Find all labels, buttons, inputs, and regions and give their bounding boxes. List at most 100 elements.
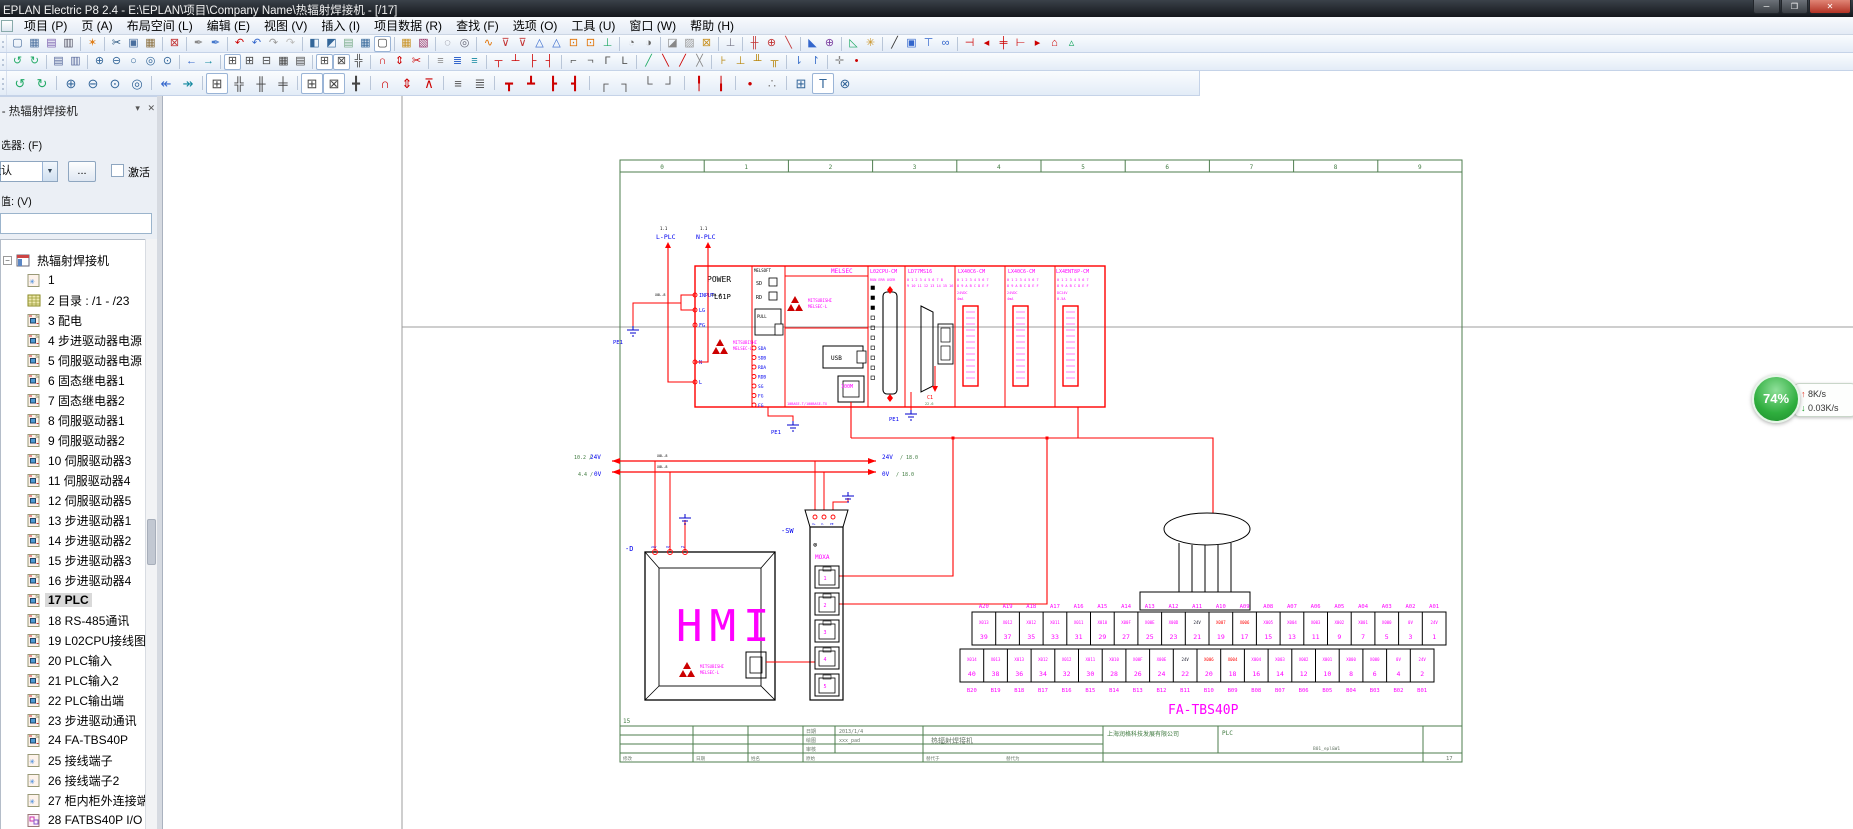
arc-tool-icon[interactable]: ∩ <box>374 54 391 70</box>
page-next-doc-icon[interactable]: ▥ <box>67 54 84 70</box>
cut-icon[interactable]: ✂ <box>108 36 125 52</box>
corner-b-icon[interactable]: ┐ <box>615 73 637 94</box>
zoom-in-2-icon[interactable]: ⊕ <box>60 73 82 94</box>
diag-wire-4-icon[interactable]: ╳ <box>691 54 708 70</box>
tree-item-page-28[interactable]: 28 FATBS40P I/O <box>1 810 146 829</box>
pin-4-icon[interactable]: ╥ <box>766 54 783 70</box>
tree-item-page-21[interactable]: 21 PLC输入2 <box>1 670 146 690</box>
tree-item-page-18[interactable]: 18 RS-485通讯 <box>1 610 146 630</box>
tree-item-page-9[interactable]: 9 伺服驱动器2 <box>1 430 146 450</box>
format-brush-icon[interactable]: ✒ <box>190 36 207 52</box>
layers-icon[interactable]: ≡ <box>447 73 469 94</box>
align-grid-icon[interactable]: ╋ <box>345 73 367 94</box>
network-switch[interactable]: -SW V+V-PE ⊗ MOXA 12345 <box>781 510 848 700</box>
arrow-right-icon[interactable]: ▸ <box>1029 36 1046 52</box>
grid-align-icon[interactable]: ╬ <box>350 54 367 70</box>
last-page-icon[interactable]: ↠ <box>177 73 199 94</box>
chevron-down-icon[interactable]: ▼ <box>42 162 57 181</box>
terminal-strip[interactable]: A20A19A18A17A16A15A14A13A12A11A10A09A08A… <box>960 604 1446 718</box>
format-brush-2-icon[interactable]: ✒ <box>207 36 224 52</box>
text-tool-icon[interactable]: ⊤ <box>920 36 937 52</box>
browse-button[interactable]: ... <box>68 161 96 182</box>
tree-item-page-19[interactable]: 19 L02CPU接线图 <box>1 630 146 650</box>
grid-view-icon[interactable]: ▦ <box>357 36 374 52</box>
tree-item-page-24[interactable]: 24 FA-TBS40P <box>1 730 146 750</box>
navigator-table-icon[interactable]: ▦ <box>398 36 415 52</box>
tree-item-page-27[interactable]: ✳27 柜内柜外连接端子 <box>1 790 146 810</box>
diag-wire-3-icon[interactable]: ╱ <box>674 54 691 70</box>
activate-checkbox[interactable] <box>111 164 124 177</box>
tee-down-icon[interactable]: ┳ <box>498 73 520 94</box>
tree-item-page-10[interactable]: 10 伺服驱动器3 <box>1 450 146 470</box>
tree-item-page-26[interactable]: ✳26 接线端子2 <box>1 770 146 790</box>
zoom-previous-icon[interactable]: ⊙ <box>159 54 176 70</box>
mdi-document-icon[interactable] <box>1 20 13 32</box>
snap-grid-icon[interactable]: ⊞ <box>316 54 333 70</box>
tree-item-page-25[interactable]: ✳25 接线端子 <box>1 750 146 770</box>
terminal-right-icon[interactable]: ⊢ <box>1012 36 1029 52</box>
device-up-2-icon[interactable]: △ <box>548 36 565 52</box>
tree-item-page-17[interactable]: 17 PLC <box>1 590 146 610</box>
wire-grid-icon[interactable]: ╫ <box>746 36 763 52</box>
corner-nw-icon[interactable]: ¬ <box>582 54 599 70</box>
undo-red-icon[interactable]: ↶ <box>231 36 248 52</box>
grid-b-icon[interactable]: ╬ <box>228 73 250 94</box>
corner-d-icon[interactable]: ┘ <box>659 73 681 94</box>
first-page-icon[interactable]: ↞ <box>155 73 177 94</box>
undo-view-icon[interactable]: ↺ <box>9 73 31 94</box>
zoom-entire-icon[interactable]: ◎ <box>142 54 159 70</box>
pin-2-icon[interactable]: ⊥ <box>732 54 749 70</box>
tree-scrollbar-thumb[interactable] <box>147 519 156 565</box>
angle-tool-icon[interactable]: ◺ <box>845 36 862 52</box>
editor-view-icon[interactable]: ▢ <box>374 36 391 52</box>
tee-right-icon[interactable]: ┣ <box>542 73 564 94</box>
t-node-right-icon[interactable]: ├ <box>524 54 541 70</box>
coil-box-2-icon[interactable]: ⊡ <box>582 36 599 52</box>
value-input[interactable] <box>0 213 152 234</box>
device-down-2-icon[interactable]: ⊽ <box>514 36 531 52</box>
menu-item[interactable]: 窗口 (W) <box>622 15 683 36</box>
align-multi-icon[interactable]: ≣ <box>449 54 466 70</box>
graphic-preview-icon[interactable]: ◩ <box>323 36 340 52</box>
snap-on-icon[interactable]: ⊞ <box>301 73 323 94</box>
workbook-view-icon[interactable]: ◧ <box>306 36 323 52</box>
grid-2-icon[interactable]: ⊞ <box>241 54 258 70</box>
diag-wire-2-icon[interactable]: ╲ <box>657 54 674 70</box>
tree-item-page-3[interactable]: 3 配电 <box>1 310 146 330</box>
junction-dot-icon[interactable]: • <box>848 54 865 70</box>
burst-tool-icon[interactable]: ✳ <box>862 36 879 52</box>
tree-item-page-2[interactable]: 2 目录 : /1 - /23 <box>1 290 146 310</box>
plc-rack[interactable]: POWER L61P INPUTLGFGNL MITSUBISHI MELSEC… <box>693 266 1105 409</box>
t-node-down-icon[interactable]: ┬ <box>490 54 507 70</box>
tree-item-page-4[interactable]: 4 步进驱动器电源 <box>1 330 146 350</box>
plug-symbol-icon[interactable]: ⌂ <box>1046 36 1063 52</box>
star-select-icon[interactable]: ⊠ <box>698 36 715 52</box>
tree-item-page-1[interactable]: ✳1 <box>1 270 146 290</box>
ground-symbol-icon[interactable]: ⊥ <box>599 36 616 52</box>
delete-icon[interactable]: ⊠ <box>166 36 183 52</box>
zoom-all-icon[interactable]: ◎ <box>126 73 148 94</box>
settings-wrench-icon[interactable]: ✶ <box>84 36 101 52</box>
refresh-icon[interactable]: ↺ <box>9 54 26 70</box>
tee-up-icon[interactable]: ┻ <box>520 73 542 94</box>
gauge-1-icon[interactable]: ◔ <box>623 36 640 52</box>
insert-window-icon[interactable]: ⊞ <box>790 73 812 94</box>
tree-item-page-5[interactable]: 5 伺服驱动器电源 <box>1 350 146 370</box>
t-node-up-icon[interactable]: ┴ <box>507 54 524 70</box>
device-up-icon[interactable]: △ <box>531 36 548 52</box>
wire-node-icon[interactable]: ⊕ <box>763 36 780 52</box>
potential-up-icon[interactable]: ╿ <box>688 73 710 94</box>
panel-close-icon[interactable]: ✕ <box>147 103 155 113</box>
selection-circle-icon[interactable]: ◌ <box>439 36 456 52</box>
stretch-tool-icon[interactable]: ⇕ <box>391 54 408 70</box>
paste-icon[interactable]: ▦ <box>142 36 159 52</box>
page-back-icon[interactable]: ← <box>183 54 200 70</box>
zoom-out-icon[interactable]: ⊖ <box>108 54 125 70</box>
tree-item-page-14[interactable]: 14 步进驱动器2 <box>1 530 146 550</box>
t-node-left-icon[interactable]: ┤ <box>541 54 558 70</box>
menu-item[interactable]: 工具 (U) <box>564 15 622 36</box>
corner-tool-icon[interactable]: ◣ <box>804 36 821 52</box>
tree-item-page-20[interactable]: 20 PLC输入 <box>1 650 146 670</box>
tree-root-project[interactable]: −热辐射焊接机 <box>1 250 146 270</box>
align-lines-icon[interactable]: ≡ <box>432 54 449 70</box>
